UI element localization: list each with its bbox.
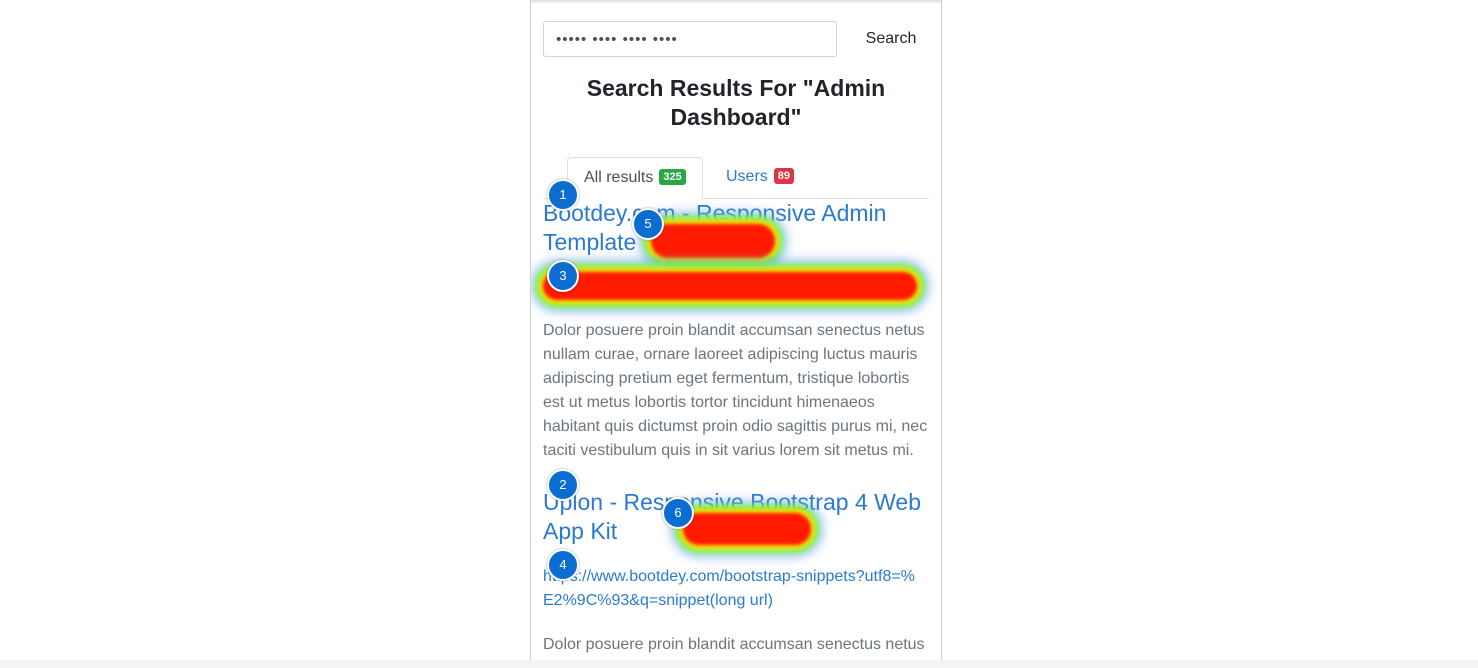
bottom-edge [0, 660, 1478, 668]
marker-4: 4 [547, 549, 579, 581]
search-button[interactable]: Search [851, 21, 931, 57]
top-shadow [531, 0, 941, 4]
all-results-count-badge: 325 [659, 168, 686, 185]
marker-5: 5 [632, 208, 664, 240]
search-results-panel: Search Search Results For "Admin Dashboa… [530, 0, 942, 668]
marker-3: 3 [547, 260, 579, 292]
page-title: Search Results For "Admin Dashboard" [586, 75, 886, 130]
marker-1: 1 [547, 179, 579, 211]
result-2-url-link[interactable]: https://www.bootdey.com/bootstrap-snippe… [543, 565, 923, 613]
tab-all-results[interactable]: All results 325 [567, 157, 703, 199]
search-bar: Search [543, 21, 929, 59]
tab-users-label: Users [726, 168, 768, 185]
marker-2: 2 [547, 469, 579, 501]
heatmap-blob [683, 513, 811, 545]
heatmap-blob [651, 224, 775, 258]
users-count-badge: 89 [773, 167, 795, 184]
heatmap-blob [543, 272, 917, 300]
search-input[interactable] [543, 21, 837, 57]
results-tabs: All results 325 Users 89 [543, 157, 929, 199]
result-1-description: Dolor posuere proin blandit accumsan sen… [543, 322, 928, 459]
tab-users[interactable]: Users 89 [710, 157, 810, 198]
marker-6: 6 [662, 497, 694, 529]
tab-all-results-label: All results [584, 169, 654, 186]
